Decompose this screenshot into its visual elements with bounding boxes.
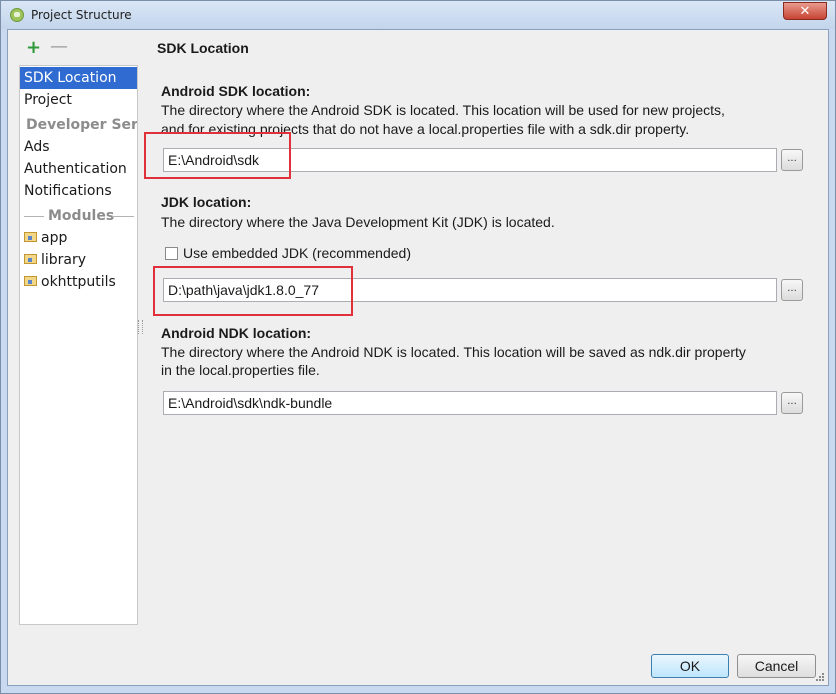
android-ndk-label: Android NDK location: [161,325,312,341]
sidebar-item-ads[interactable]: Ads [20,136,137,158]
module-folder-icon [24,254,37,264]
project-structure-window: Project Structure ✕ + — SDK Location Pro… [0,0,836,694]
use-embedded-jdk-label[interactable]: Use embedded JDK (recommended) [183,245,411,261]
android-studio-icon [10,8,24,22]
sidebar: SDK Location Project Developer Ser... Ad… [19,65,138,625]
android-ndk-description-line1: The directory where the Android NDK is l… [161,344,746,360]
close-window-button[interactable]: ✕ [783,2,827,20]
modules-separator: Modules [24,206,134,226]
module-label: library [41,252,87,268]
sidebar-module-app[interactable]: app [24,227,67,249]
jdk-highlight-box [153,266,353,316]
dialog-content: + — SDK Location Project Developer Ser..… [7,29,829,686]
use-embedded-jdk-checkbox[interactable] [165,247,178,260]
sidebar-module-okhttputils[interactable]: okhttputils [24,271,116,293]
android-ndk-description-line2: in the local.properties file. [161,362,320,378]
sidebar-item-project[interactable]: Project [20,89,137,111]
module-label: okhttputils [41,274,116,290]
android-sdk-label: Android SDK location: [161,83,311,99]
modules-header: Modules [48,208,115,224]
sidebar-item-sdk-location[interactable]: SDK Location [20,67,137,89]
android-ndk-browse-button[interactable]: ... [781,392,803,414]
window-title: Project Structure [31,8,132,22]
cancel-button[interactable]: Cancel [737,654,816,678]
android-sdk-browse-button[interactable]: ... [781,149,803,171]
ok-button[interactable]: OK [651,654,729,678]
jdk-browse-button[interactable]: ... [781,279,803,301]
module-folder-icon [24,276,37,286]
title-bar[interactable]: Project Structure ✕ [1,1,835,29]
module-folder-icon [24,232,37,242]
add-icon[interactable]: + [26,39,41,57]
sidebar-module-library[interactable]: library [24,249,86,271]
android-ndk-path-field[interactable]: E:\Android\sdk\ndk-bundle [163,391,777,415]
modules-separator-line-right [112,216,134,217]
splitter-handle[interactable] [138,320,143,334]
resize-grip-icon[interactable] [815,672,825,682]
remove-icon[interactable]: — [50,38,68,56]
jdk-description: The directory where the Java Development… [161,214,555,230]
android-sdk-description-line1: The directory where the Android SDK is l… [161,102,725,118]
modules-separator-line-left [24,216,44,217]
sidebar-header-developer-services: Developer Ser... [26,117,137,133]
sidebar-item-authentication[interactable]: Authentication [20,158,137,180]
sidebar-item-notifications[interactable]: Notifications [20,180,137,202]
panel-title: SDK Location [157,40,249,56]
module-label: app [41,230,68,246]
jdk-label: JDK location: [161,194,252,210]
sdk-highlight-box [144,132,291,179]
